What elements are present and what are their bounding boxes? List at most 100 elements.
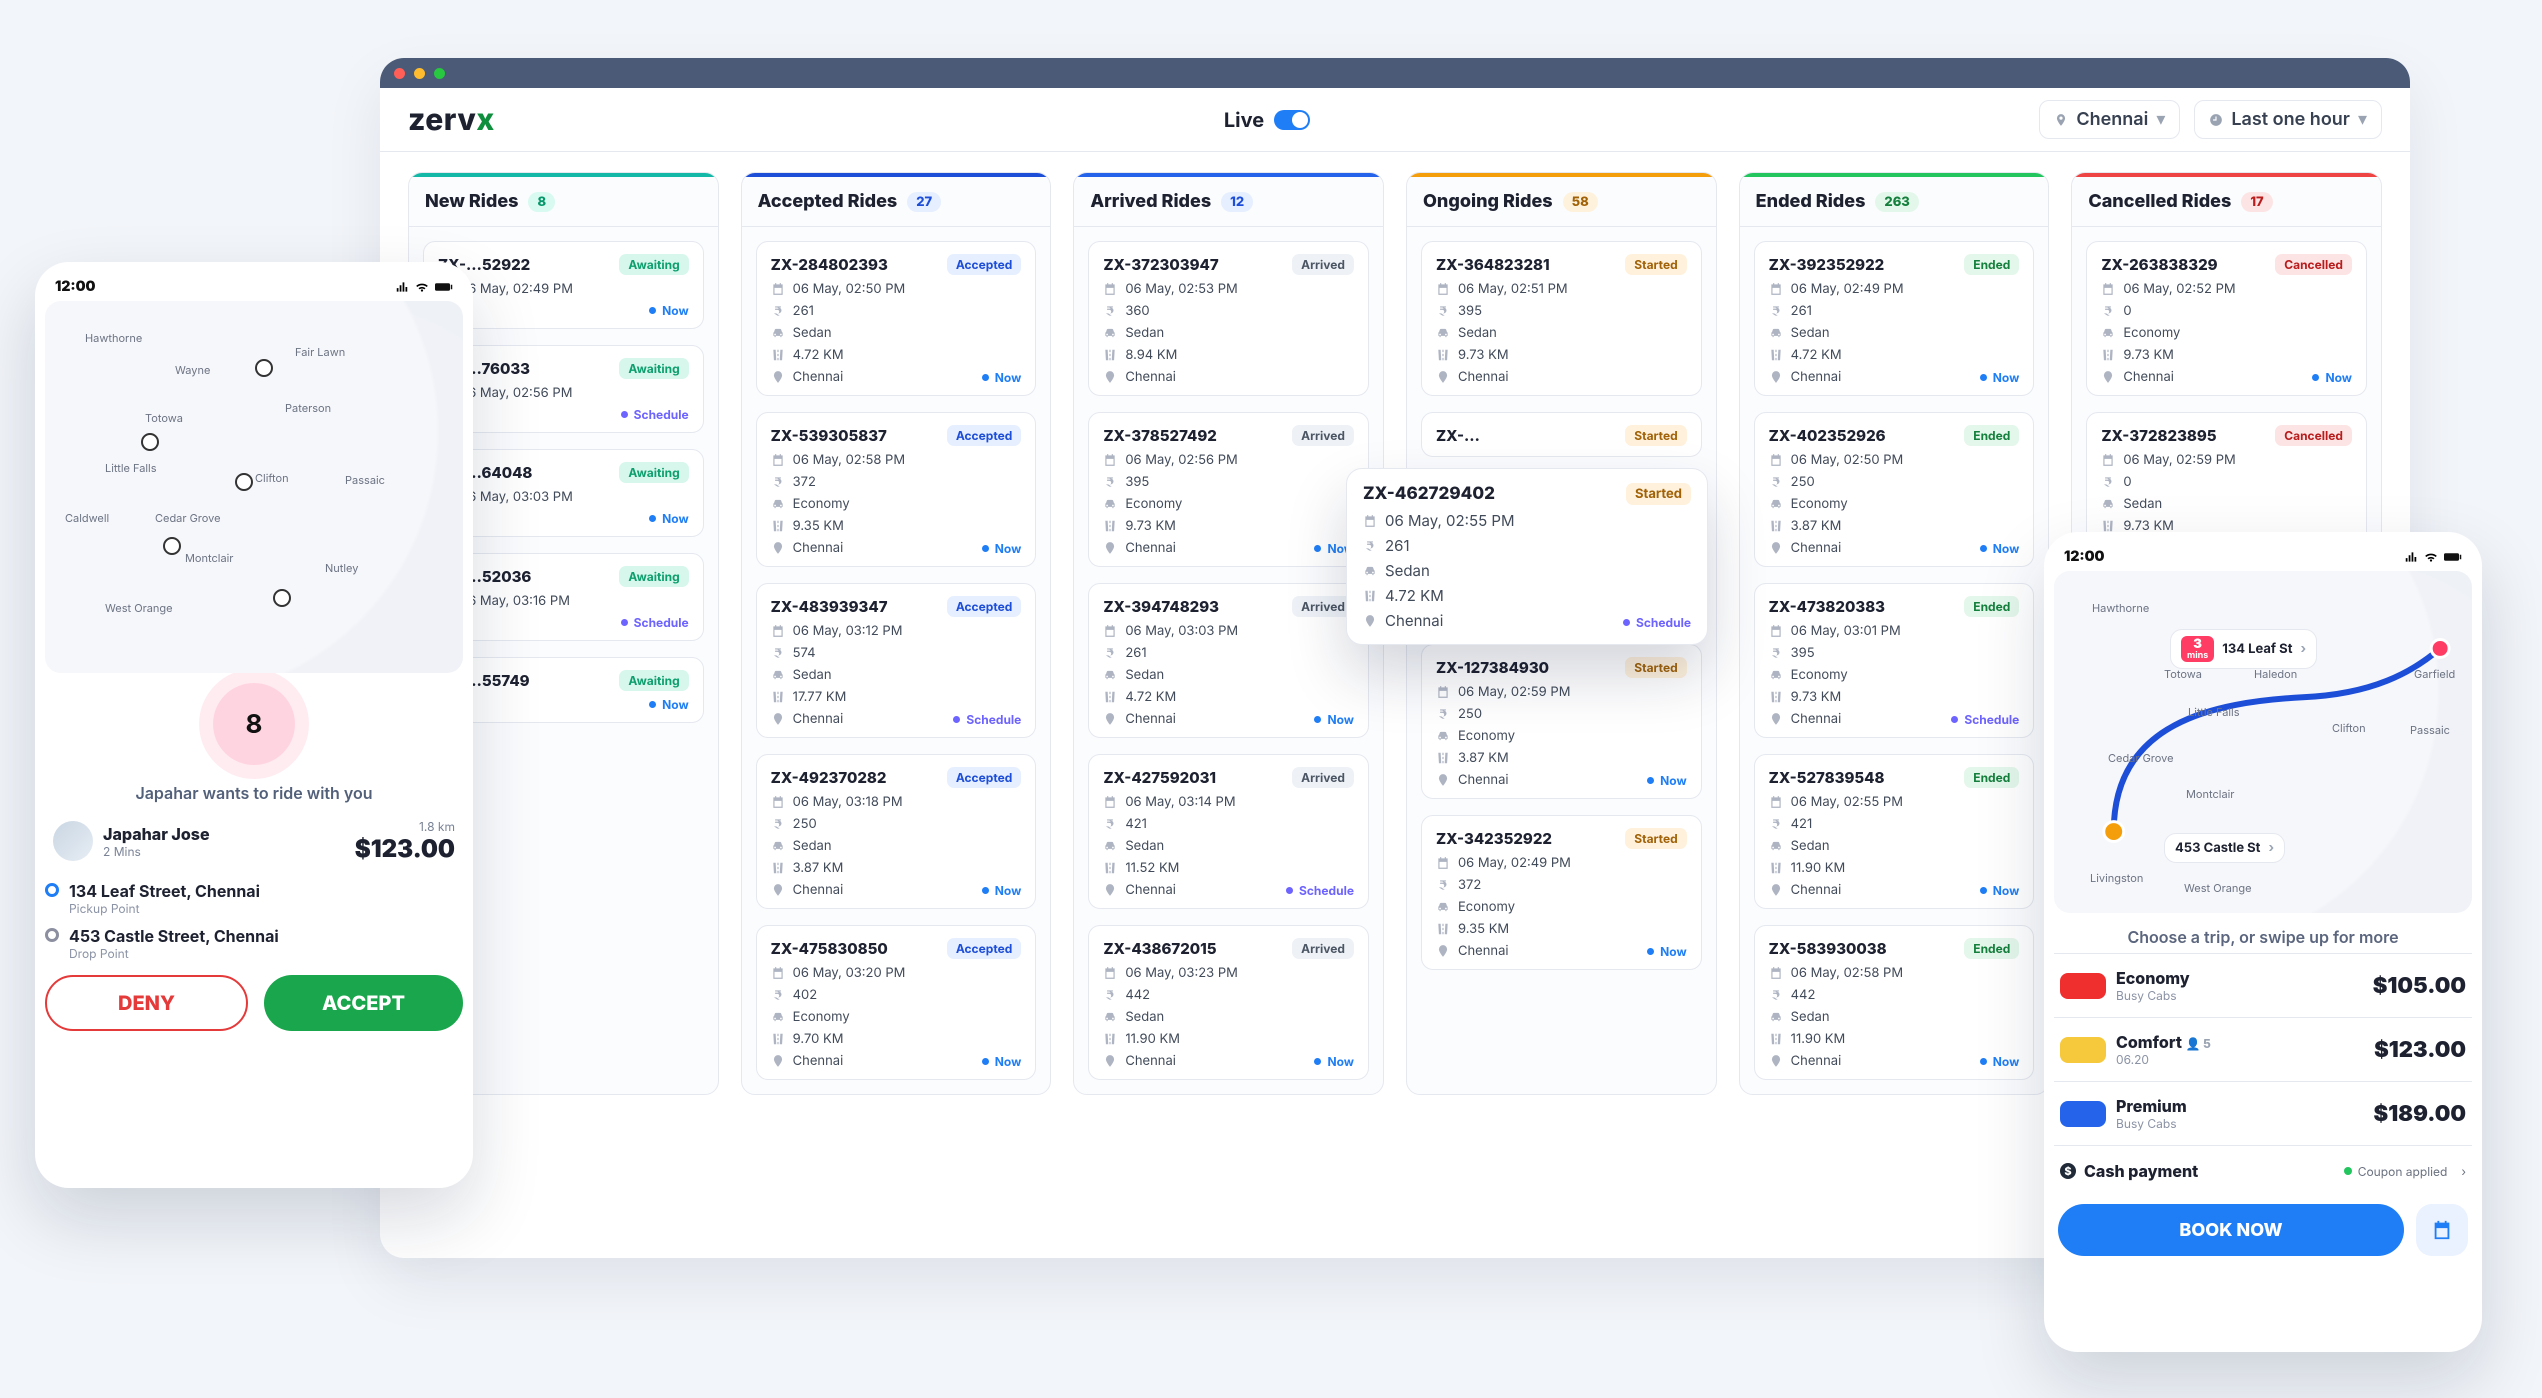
road-icon bbox=[771, 1032, 785, 1046]
book-now-button[interactable]: BOOK NOW bbox=[2058, 1204, 2404, 1256]
ride-card[interactable]: ZX-492370282Accepted06 May, 03:18 PM250S… bbox=[756, 754, 1037, 909]
ride-card[interactable]: ZX-527839548Ended06 May, 02:55 PM421Seda… bbox=[1754, 754, 2035, 909]
status-pill: Started bbox=[1625, 828, 1686, 849]
float-sched-label: Schedule bbox=[1636, 615, 1691, 630]
status-pill: Cancelled bbox=[2275, 254, 2352, 275]
window-min-dot[interactable] bbox=[414, 68, 425, 79]
rup-icon bbox=[1769, 304, 1783, 318]
status-pill: Arrived bbox=[1292, 938, 1354, 959]
loc-icon bbox=[1103, 883, 1117, 897]
cal-icon bbox=[1769, 282, 1783, 296]
rup-icon bbox=[1103, 304, 1117, 318]
ride-id: ZX-284802393 bbox=[771, 255, 888, 274]
drop-chip-label: 453 Castle St bbox=[2175, 840, 2260, 856]
car-icon bbox=[771, 326, 785, 340]
cal-icon bbox=[771, 624, 785, 638]
floating-card[interactable]: ZX-462729402 Started 06 May, 02:55 PM 26… bbox=[1346, 468, 1708, 645]
cal-icon bbox=[771, 453, 785, 467]
rupee-icon bbox=[1363, 539, 1377, 553]
ride-card[interactable]: ZX-364823281Started06 May, 02:51 PM395Se… bbox=[1421, 241, 1702, 396]
drop-pin-icon bbox=[45, 928, 59, 942]
payment-row[interactable]: $Cash payment Coupon applied› bbox=[2054, 1145, 2472, 1196]
column-title: New Rides bbox=[425, 191, 518, 212]
rup-icon bbox=[771, 817, 785, 831]
ride-id: ZX-342352922 bbox=[1436, 829, 1552, 848]
countdown-number: 8 bbox=[246, 709, 263, 740]
drop-chip[interactable]: 453 Castle St › bbox=[2164, 833, 2285, 863]
phone-driver: 12:00 Hawthorne Wayne Fair Lawn Totowa P… bbox=[35, 262, 473, 1188]
ride-card[interactable]: ZX-402352926Ended06 May, 02:50 PM250Econ… bbox=[1754, 412, 2035, 567]
road-icon bbox=[1103, 1032, 1117, 1046]
trip-option[interactable]: PremiumBusy Cabs$189.00 bbox=[2054, 1081, 2472, 1145]
ride-card[interactable]: ZX-473820383Ended06 May, 03:01 PM395Econ… bbox=[1754, 583, 2035, 738]
trip-option[interactable]: Comfort 👤 506.20$123.00 bbox=[2054, 1017, 2472, 1081]
phone-map[interactable]: Hawthorne Wayne Fair Lawn Totowa Paterso… bbox=[45, 301, 463, 673]
status-pill: Accepted bbox=[947, 425, 1022, 446]
ride-card[interactable]: ZX-372303947Arrived06 May, 02:53 PM360Se… bbox=[1088, 241, 1369, 396]
deny-button[interactable]: DENY bbox=[45, 975, 248, 1031]
rup-icon bbox=[1103, 475, 1117, 489]
status-pill: Cancelled bbox=[2275, 425, 2352, 446]
cal-icon bbox=[1103, 282, 1117, 296]
ride-card[interactable]: ZX-583930038Ended06 May, 02:58 PM442Seda… bbox=[1754, 925, 2035, 1080]
car-icon bbox=[771, 1010, 785, 1024]
road-icon bbox=[1769, 861, 1783, 875]
phone-map[interactable]: 3mins 134 Leaf St › 453 Castle St › Hawt… bbox=[2054, 571, 2472, 913]
schedule-button[interactable] bbox=[2416, 1204, 2468, 1256]
status-pill: Awaiting bbox=[619, 670, 688, 691]
loc-icon bbox=[1769, 712, 1783, 726]
car-icon bbox=[2060, 973, 2106, 999]
trip-option[interactable]: EconomyBusy Cabs$105.00 bbox=[2054, 953, 2472, 1017]
column-arrived[interactable]: Arrived Rides12ZX-372303947Arrived06 May… bbox=[1073, 172, 1384, 1095]
ride-id: ZX-539305837 bbox=[771, 426, 887, 445]
ride-card[interactable]: ZX-427592031Arrived06 May, 03:14 PM421Se… bbox=[1088, 754, 1369, 909]
countdown: 8 bbox=[45, 683, 463, 765]
status-pill: Awaiting bbox=[619, 358, 688, 379]
road-icon bbox=[1103, 519, 1117, 533]
ride-card[interactable]: ZX-438672015Arrived06 May, 03:23 PM442Se… bbox=[1088, 925, 1369, 1080]
ride-card[interactable]: ZX-127384930Started06 May, 02:59 PM250Ec… bbox=[1421, 644, 1702, 799]
status-pill: Started bbox=[1625, 657, 1686, 678]
car-icon bbox=[1769, 1010, 1783, 1024]
trips-list[interactable]: EconomyBusy Cabs$105.00Comfort 👤 506.20$… bbox=[2054, 953, 2472, 1145]
pickup-chip[interactable]: 3mins 134 Leaf St › bbox=[2170, 629, 2317, 669]
window-close-dot[interactable] bbox=[394, 68, 405, 79]
rup-icon bbox=[771, 304, 785, 318]
window-titlebar bbox=[380, 58, 2410, 88]
time-filter[interactable]: Last one hour ▾ bbox=[2194, 100, 2382, 139]
ride-card[interactable]: ZX-284802393Accepted06 May, 02:50 PM261S… bbox=[756, 241, 1037, 396]
ride-card[interactable]: ZX-392352922Ended06 May, 02:49 PM261Seda… bbox=[1754, 241, 2035, 396]
ride-card[interactable]: ZX-342352922Started06 May, 02:49 PM372Ec… bbox=[1421, 815, 1702, 970]
loc-icon bbox=[1436, 370, 1450, 384]
ride-card[interactable]: ZX-…Started bbox=[1421, 412, 1702, 457]
window-max-dot[interactable] bbox=[434, 68, 445, 79]
column-count: 17 bbox=[2241, 192, 2272, 212]
ride-card[interactable]: ZX-539305837Accepted06 May, 02:58 PM372E… bbox=[756, 412, 1037, 567]
loc-icon bbox=[1103, 370, 1117, 384]
live-toggle[interactable] bbox=[1274, 110, 1310, 130]
car-icon bbox=[1103, 497, 1117, 511]
live-label: Live bbox=[1224, 108, 1264, 132]
road-icon bbox=[771, 348, 785, 362]
ride-card[interactable]: ZX-378527492Arrived06 May, 02:56 PM395Ec… bbox=[1088, 412, 1369, 567]
column-ended[interactable]: Ended Rides263ZX-392352922Ended06 May, 0… bbox=[1739, 172, 2050, 1095]
clock-icon bbox=[2209, 113, 2223, 127]
ride-card[interactable]: ZX-263838329Cancelled06 May, 02:52 PM0Ec… bbox=[2086, 241, 2367, 396]
road-icon bbox=[1103, 348, 1117, 362]
ride-card[interactable]: ZX-394748293Arrived06 May, 03:03 PM261Se… bbox=[1088, 583, 1369, 738]
location-filter[interactable]: Chennai ▾ bbox=[2039, 100, 2180, 139]
chevron-right-icon: › bbox=[2300, 641, 2306, 657]
cal-icon bbox=[771, 966, 785, 980]
car-icon bbox=[771, 839, 785, 853]
cal-icon bbox=[771, 795, 785, 809]
ride-id: ZX-483939347 bbox=[771, 597, 888, 616]
ride-card[interactable]: ZX-483939347Accepted06 May, 03:12 PM574S… bbox=[756, 583, 1037, 738]
road-icon bbox=[771, 861, 785, 875]
road-icon bbox=[1103, 861, 1117, 875]
accept-button[interactable]: ACCEPT bbox=[264, 975, 463, 1031]
trip-choose: Choose a trip, or swipe up for more bbox=[2054, 927, 2472, 947]
column-accepted[interactable]: Accepted Rides27ZX-284802393Accepted06 M… bbox=[741, 172, 1052, 1095]
ride-card[interactable]: ZX-475830850Accepted06 May, 03:20 PM402E… bbox=[756, 925, 1037, 1080]
loc-icon bbox=[2101, 370, 2115, 384]
loc-icon bbox=[1769, 541, 1783, 555]
